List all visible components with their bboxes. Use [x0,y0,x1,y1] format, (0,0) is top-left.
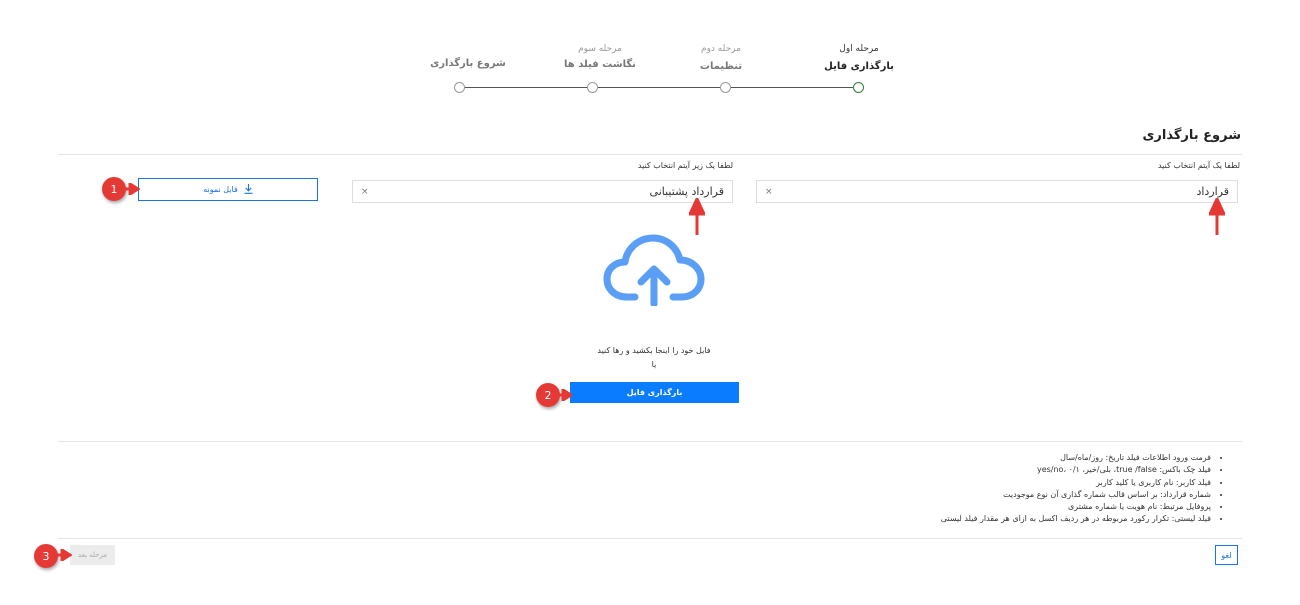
subitem-select-value: قرارداد پشتیبانی [649,185,724,198]
arrow-up-icon [1209,198,1225,235]
notes-list: فرمت ورود اطلاعات فیلد تاریخ: روز/ماه/سا… [511,452,1223,526]
section-title: شروع بارگذاری [1142,128,1241,143]
annotation-badge-3: 3 [34,544,58,568]
item-select[interactable]: قرارداد × [756,180,1238,203]
step-1-label: بارگذاری فایل [824,61,894,72]
subitem-select-label: لطفا یک زیر آیتم انتخاب کنید [637,161,733,170]
annotation-badge-2: 2 [536,383,560,407]
step-3-small: مرحله سوم [578,44,622,54]
cloud-upload-icon [603,234,705,308]
step-3-label: نگاشت فیلد ها [564,59,636,70]
cancel-button[interactable]: لغو [1215,545,1238,565]
drag-drop-text: فایل خود را اینجا بکشید و رها کنید [597,346,711,355]
subitem-select[interactable]: قرارداد پشتیبانی × [352,180,733,203]
step-4-label: شروع بارگذاری [430,58,506,69]
clear-icon[interactable]: × [765,187,773,197]
arrow-up-icon [689,198,705,235]
divider [58,154,1242,155]
arrow-right-icon [124,183,140,195]
arrow-right-icon [558,389,572,401]
divider [58,441,1242,442]
sample-file-button[interactable]: فایل نمونه [138,178,318,201]
step-4-circle [454,82,465,93]
arrow-right-icon [56,549,72,561]
download-icon [244,183,253,196]
annotation-badge-1: 1 [102,177,126,201]
item-select-label: لطفا یک آیتم انتخاب کنید [1157,161,1240,170]
note-item: فیلد کاربر: نام کاربری یا کلید کاربر [511,477,1211,489]
next-step-button[interactable]: مرحله بعد [70,545,115,565]
divider [58,538,1242,539]
note-item: فرمت ورود اطلاعات فیلد تاریخ: روز/ماه/سا… [511,452,1211,464]
step-1-small: مرحله اول [839,44,879,54]
upload-file-button[interactable]: بارگذاری فایل [570,382,739,403]
note-item: پروفایل مرتبط: نام هویت یا شماره مشتری [511,501,1211,513]
step-connector [465,87,587,88]
note-item: فیلد لیستی: تکرار رکورد مربوطه در هر ردی… [511,513,1211,525]
or-text: یا [651,360,657,369]
clear-icon[interactable]: × [361,187,369,197]
note-item: فیلد چک باکس: true /false، بلی/خیر، yes/… [511,464,1211,476]
note-item: شماره قرارداد: بر اساس قالب شماره گذاری … [511,489,1211,501]
step-1-circle [853,82,864,93]
sample-file-label: فایل نمونه [203,185,238,194]
step-2-small: مرحله دوم [701,44,741,54]
step-2-circle [720,82,731,93]
step-2-label: تنظیمات [699,61,743,72]
step-3-circle [587,82,598,93]
step-connector [731,87,853,88]
item-select-value: قرارداد [1196,185,1229,198]
step-connector [598,87,720,88]
